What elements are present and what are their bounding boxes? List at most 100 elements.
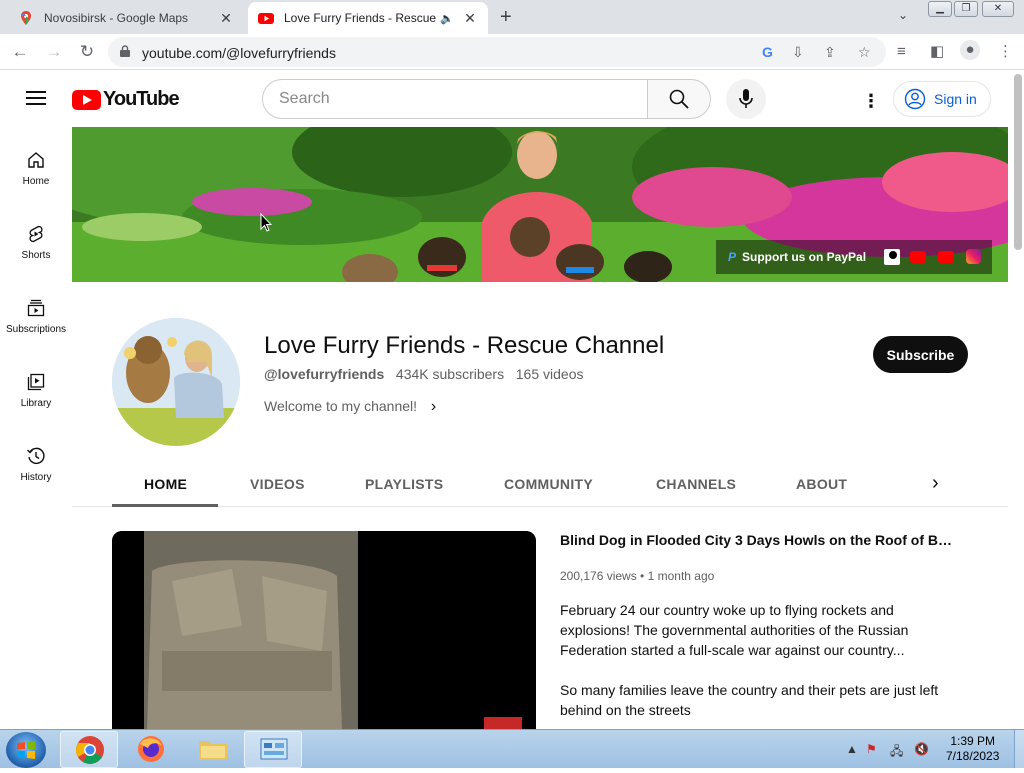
tab-title: Love Furry Friends - Rescue	[284, 11, 437, 25]
voice-search-button[interactable]	[726, 79, 766, 119]
windows-logo-icon	[17, 741, 35, 759]
clock-time: 1:39 PM	[950, 734, 996, 748]
settings-kebab-icon[interactable]: ⋮	[862, 91, 880, 112]
sidebar-item-library[interactable]: Library	[0, 372, 72, 409]
close-window-button[interactable]: ✕	[982, 1, 1014, 17]
youtube-logo[interactable]: YouTube	[72, 88, 180, 111]
share-icon[interactable]: ⇪	[824, 44, 836, 61]
shorts-icon	[29, 225, 43, 243]
youtube-header: YouTube Search ⋮ Sign in	[0, 71, 1010, 127]
close-tab-icon[interactable]: ✕	[462, 10, 478, 27]
windows-taskbar: ▲ ⚑ 🖧 🔇 1:39 PM 7/18/2023	[0, 729, 1024, 768]
paypal-link[interactable]: P Support us on PayPal	[716, 240, 992, 274]
volume-muted-icon[interactable]: 🔇	[914, 742, 929, 756]
channel-handle: @lovefurryfriends	[264, 366, 385, 382]
microphone-icon	[739, 89, 753, 108]
side-panel-icon[interactable]: ◧	[930, 42, 944, 60]
action-center-icon[interactable]: ⚑	[866, 742, 877, 756]
tab-community[interactable]: COMMUNITY	[504, 476, 593, 492]
welcome-text: Welcome to my channel!	[264, 398, 418, 414]
chevron-right-icon: ›	[430, 398, 437, 415]
forward-icon[interactable]: →	[44, 42, 64, 62]
search-placeholder: Search	[279, 90, 330, 107]
subscribe-button[interactable]: Subscribe	[873, 336, 968, 373]
instagram-icon[interactable]	[966, 249, 981, 264]
sidebar-item-home[interactable]: Home	[0, 150, 72, 187]
taskbar-explorer[interactable]	[184, 731, 242, 768]
sign-in-label: Sign in	[934, 91, 977, 107]
close-tab-icon[interactable]: ✕	[218, 10, 234, 27]
search-button[interactable]	[647, 79, 711, 119]
youtube-favicon-icon	[258, 13, 274, 24]
youtube-link-icon[interactable]	[938, 251, 954, 263]
media-control-icon[interactable]: ≡	[897, 43, 906, 60]
browser-menu-icon[interactable]: ⋮	[998, 42, 1013, 60]
youtube-link-icon[interactable]	[910, 251, 926, 263]
tab-videos[interactable]: VIDEOS	[250, 476, 305, 492]
show-hidden-icons[interactable]: ▲	[846, 742, 858, 756]
system-clock[interactable]: 1:39 PM 7/18/2023	[946, 734, 999, 764]
back-icon[interactable]: ←	[10, 42, 30, 62]
tab-about[interactable]: ABOUT	[796, 476, 847, 492]
mouse-cursor-icon	[260, 213, 272, 232]
sidebar-item-label: Home	[22, 176, 50, 187]
speaker-icon[interactable]: 🔈	[440, 12, 454, 25]
bookmark-star-icon[interactable]: ☆	[858, 44, 871, 61]
paypal-icon: P	[728, 250, 737, 264]
subscriptions-icon	[27, 299, 45, 317]
channel-description-link[interactable]: Welcome to my channel! ›	[264, 398, 436, 416]
library-icon	[27, 373, 45, 391]
channel-avatar[interactable]	[112, 318, 240, 446]
sign-in-button[interactable]: Sign in	[893, 81, 991, 117]
google-maps-icon	[21, 11, 31, 25]
restore-button[interactable]: ❐	[954, 1, 978, 17]
channel-meta: @lovefurryfriends 434K subscribers 165 v…	[264, 366, 583, 382]
browser-tab-youtube[interactable]: Love Furry Friends - Rescue 🔈 ✕	[248, 2, 488, 34]
menu-icon[interactable]	[26, 91, 46, 105]
patreon-icon[interactable]	[884, 249, 900, 265]
google-lens-icon[interactable]: G	[762, 44, 773, 60]
install-app-icon[interactable]: ⇩	[792, 44, 804, 61]
sidebar-item-shorts[interactable]: Shorts	[0, 224, 72, 261]
address-bar[interactable]: youtube.com/@lovefurryfriends G ⇩ ⇪ ☆	[108, 37, 886, 67]
featured-video-description-2: So many families leave the country and t…	[560, 682, 939, 718]
new-tab-button[interactable]: +	[500, 6, 512, 29]
home-icon	[28, 152, 44, 168]
paypal-label: Support us on PayPal	[742, 250, 867, 264]
taskbar-control-panel[interactable]	[244, 731, 302, 768]
network-icon[interactable]: 🖧	[890, 742, 903, 763]
profile-icon[interactable]: ●	[960, 40, 980, 60]
featured-video-title[interactable]: Blind Dog in Flooded City 3 Days Howls o…	[560, 532, 960, 548]
active-tab-indicator	[112, 504, 218, 507]
browser-tab-strip: Novosibirsk - Google Maps ✕ Love Furry F…	[0, 0, 1024, 34]
start-button[interactable]	[6, 732, 46, 768]
tab-home[interactable]: HOME	[144, 476, 187, 492]
featured-video-meta: 200,176 views • 1 month ago	[560, 569, 715, 583]
sidebar-item-subscriptions[interactable]: Subscriptions	[0, 298, 72, 335]
minimize-button[interactable]: ▁	[928, 1, 952, 17]
youtube-wordmark: YouTube	[103, 88, 180, 110]
chevron-down-icon[interactable]: ⌄	[898, 8, 908, 22]
video-frame	[112, 531, 536, 731]
sidebar-item-history[interactable]: History	[0, 446, 72, 483]
chevron-right-icon[interactable]: ›	[932, 472, 939, 495]
subscriber-count: 434K subscribers	[395, 366, 505, 382]
featured-video-player[interactable]	[112, 531, 536, 731]
history-icon	[27, 447, 45, 465]
tab-playlists[interactable]: PLAYLISTS	[365, 476, 443, 492]
browser-toolbar: ← → ↻ youtube.com/@lovefurryfriends G ⇩ …	[0, 34, 1024, 70]
reload-icon[interactable]: ↻	[77, 42, 97, 62]
taskbar-chrome[interactable]	[60, 731, 118, 768]
search-input[interactable]: Search	[262, 79, 648, 119]
scrollbar-thumb[interactable]	[1014, 74, 1022, 250]
control-panel-icon	[260, 738, 288, 760]
tab-channels[interactable]: CHANNELS	[656, 476, 736, 492]
taskbar-firefox[interactable]	[122, 731, 180, 768]
browser-tab-google-maps[interactable]: Novosibirsk - Google Maps ✕	[8, 2, 244, 34]
avatar-image	[112, 318, 240, 446]
tab-title: Novosibirsk - Google Maps	[44, 11, 189, 25]
search-icon	[669, 89, 689, 109]
youtube-play-icon	[72, 89, 101, 110]
show-desktop-button[interactable]	[1014, 730, 1024, 768]
sidebar-item-label: History	[20, 472, 52, 483]
